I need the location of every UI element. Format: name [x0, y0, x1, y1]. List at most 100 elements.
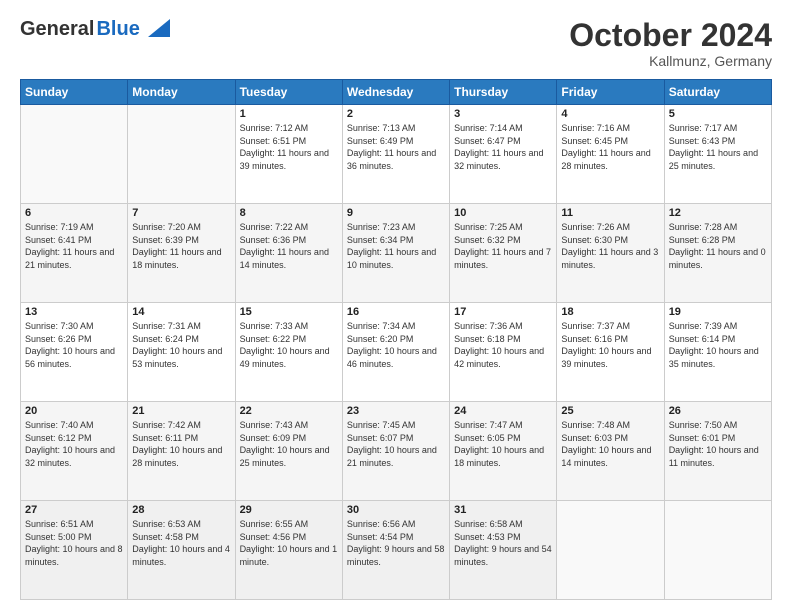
- calendar-day-cell: 5 Sunrise: 7:17 AM Sunset: 6:43 PM Daylig…: [664, 105, 771, 204]
- calendar-day-cell: 6Sunrise: 7:19 AM Sunset: 6:41 PM Daylig…: [21, 204, 128, 303]
- logo-general: General: [20, 18, 94, 41]
- day-number: 30: [347, 504, 445, 516]
- day-info: Sunrise: 7:30 AM Sunset: 6:26 PM Dayligh…: [25, 320, 123, 370]
- day-number: 26: [669, 405, 767, 417]
- day-number: 9: [347, 207, 445, 219]
- calendar-week-row: 6Sunrise: 7:19 AM Sunset: 6:41 PM Daylig…: [21, 204, 772, 303]
- day-info: Sunrise: 7:50 AM Sunset: 6:01 PM Dayligh…: [669, 419, 767, 469]
- day-number: 11: [561, 207, 659, 219]
- day-info: Sunrise: 7:23 AM Sunset: 6:34 PM Dayligh…: [347, 221, 445, 271]
- day-info: Sunrise: 7:28 AM Sunset: 6:28 PM Dayligh…: [669, 221, 767, 271]
- calendar-day-cell: 16Sunrise: 7:34 AM Sunset: 6:20 PM Dayli…: [342, 303, 449, 402]
- calendar-day-cell: 10 Sunrise: 7:25 AM Sunset: 6:32 PM Dayli…: [450, 204, 557, 303]
- calendar-day-cell: 26 Sunrise: 7:50 AM Sunset: 6:01 PM Dayli…: [664, 402, 771, 501]
- calendar-day-cell: 24 Sunrise: 7:47 AM Sunset: 6:05 PM Dayli…: [450, 402, 557, 501]
- day-number: 17: [454, 306, 552, 318]
- calendar-day-cell: 4 Sunrise: 7:16 AM Sunset: 6:45 PM Daylig…: [557, 105, 664, 204]
- day-number: 3: [454, 108, 552, 120]
- day-number: 21: [132, 405, 230, 417]
- day-info: Sunrise: 7:12 AM Sunset: 6:51 PM Dayligh…: [240, 122, 338, 172]
- calendar-week-row: 13Sunrise: 7:30 AM Sunset: 6:26 PM Dayli…: [21, 303, 772, 402]
- calendar-day-cell: 27 Sunrise: 6:51 AM Sunset: 5:00 PM Dayli…: [21, 501, 128, 600]
- calendar-day-cell: 30 Sunrise: 6:56 AM Sunset: 4:54 PM Dayli…: [342, 501, 449, 600]
- day-of-week-header: Tuesday: [235, 80, 342, 105]
- day-info: Sunrise: 7:34 AM Sunset: 6:20 PM Dayligh…: [347, 320, 445, 370]
- calendar-day-cell: 11Sunrise: 7:26 AM Sunset: 6:30 PM Dayli…: [557, 204, 664, 303]
- day-info: Sunrise: 7:33 AM Sunset: 6:22 PM Dayligh…: [240, 320, 338, 370]
- day-of-week-header: Monday: [128, 80, 235, 105]
- calendar-week-row: 20Sunrise: 7:40 AM Sunset: 6:12 PM Dayli…: [21, 402, 772, 501]
- day-number: 20: [25, 405, 123, 417]
- title-block: October 2024 Kallmunz, Germany: [569, 18, 772, 69]
- day-info: Sunrise: 7:14 AM Sunset: 6:47 PM Dayligh…: [454, 122, 552, 172]
- day-number: 29: [240, 504, 338, 516]
- day-info: Sunrise: 7:20 AM Sunset: 6:39 PM Dayligh…: [132, 221, 230, 271]
- calendar-day-cell: 22 Sunrise: 7:43 AM Sunset: 6:09 PM Dayli…: [235, 402, 342, 501]
- calendar-day-cell: [128, 105, 235, 204]
- day-number: 22: [240, 405, 338, 417]
- day-number: 15: [240, 306, 338, 318]
- day-number: 25: [561, 405, 659, 417]
- calendar-day-cell: 29 Sunrise: 6:55 AM Sunset: 4:56 PM Dayli…: [235, 501, 342, 600]
- calendar-day-cell: [557, 501, 664, 600]
- day-info: Sunrise: 7:31 AM Sunset: 6:24 PM Dayligh…: [132, 320, 230, 370]
- day-info: Sunrise: 6:58 AM Sunset: 4:53 PM Dayligh…: [454, 518, 552, 568]
- calendar-table: SundayMondayTuesdayWednesdayThursdayFrid…: [20, 79, 772, 600]
- day-number: 23: [347, 405, 445, 417]
- calendar-day-cell: 15 Sunrise: 7:33 AM Sunset: 6:22 PM Dayli…: [235, 303, 342, 402]
- day-number: 28: [132, 504, 230, 516]
- calendar-week-row: 1 Sunrise: 7:12 AM Sunset: 6:51 PM Daylig…: [21, 105, 772, 204]
- day-info: Sunrise: 7:36 AM Sunset: 6:18 PM Dayligh…: [454, 320, 552, 370]
- calendar-day-cell: 31 Sunrise: 6:58 AM Sunset: 4:53 PM Dayli…: [450, 501, 557, 600]
- day-info: Sunrise: 7:37 AM Sunset: 6:16 PM Dayligh…: [561, 320, 659, 370]
- day-number: 31: [454, 504, 552, 516]
- day-number: 8: [240, 207, 338, 219]
- calendar-header-row: SundayMondayTuesdayWednesdayThursdayFrid…: [21, 80, 772, 105]
- page: General Blue October 2024 Kallmunz, Germ…: [0, 0, 792, 612]
- day-number: 27: [25, 504, 123, 516]
- day-number: 5: [669, 108, 767, 120]
- calendar-day-cell: 25 Sunrise: 7:48 AM Sunset: 6:03 PM Dayli…: [557, 402, 664, 501]
- day-number: 1: [240, 108, 338, 120]
- day-number: 19: [669, 306, 767, 318]
- calendar-day-cell: [21, 105, 128, 204]
- calendar-day-cell: 7 Sunrise: 7:20 AM Sunset: 6:39 PM Daylig…: [128, 204, 235, 303]
- calendar-day-cell: 19Sunrise: 7:39 AM Sunset: 6:14 PM Dayli…: [664, 303, 771, 402]
- day-info: Sunrise: 7:42 AM Sunset: 6:11 PM Dayligh…: [132, 419, 230, 469]
- day-info: Sunrise: 7:16 AM Sunset: 6:45 PM Dayligh…: [561, 122, 659, 172]
- day-number: 6: [25, 207, 123, 219]
- calendar-day-cell: 21 Sunrise: 7:42 AM Sunset: 6:11 PM Dayli…: [128, 402, 235, 501]
- day-number: 4: [561, 108, 659, 120]
- logo-icon: [142, 19, 170, 41]
- day-of-week-header: Thursday: [450, 80, 557, 105]
- calendar-day-cell: 12 Sunrise: 7:28 AM Sunset: 6:28 PM Dayli…: [664, 204, 771, 303]
- day-info: Sunrise: 7:22 AM Sunset: 6:36 PM Dayligh…: [240, 221, 338, 271]
- calendar-day-cell: 23 Sunrise: 7:45 AM Sunset: 6:07 PM Dayli…: [342, 402, 449, 501]
- day-info: Sunrise: 7:43 AM Sunset: 6:09 PM Dayligh…: [240, 419, 338, 469]
- day-info: Sunrise: 7:25 AM Sunset: 6:32 PM Dayligh…: [454, 221, 552, 271]
- day-of-week-header: Wednesday: [342, 80, 449, 105]
- day-number: 10: [454, 207, 552, 219]
- day-number: 12: [669, 207, 767, 219]
- day-info: Sunrise: 7:17 AM Sunset: 6:43 PM Dayligh…: [669, 122, 767, 172]
- day-info: Sunrise: 6:51 AM Sunset: 5:00 PM Dayligh…: [25, 518, 123, 568]
- day-of-week-header: Saturday: [664, 80, 771, 105]
- day-info: Sunrise: 7:47 AM Sunset: 6:05 PM Dayligh…: [454, 419, 552, 469]
- day-info: Sunrise: 6:56 AM Sunset: 4:54 PM Dayligh…: [347, 518, 445, 568]
- calendar-day-cell: 28 Sunrise: 6:53 AM Sunset: 4:58 PM Dayli…: [128, 501, 235, 600]
- calendar-day-cell: 9 Sunrise: 7:23 AM Sunset: 6:34 PM Daylig…: [342, 204, 449, 303]
- header: General Blue October 2024 Kallmunz, Germ…: [20, 18, 772, 69]
- day-info: Sunrise: 7:48 AM Sunset: 6:03 PM Dayligh…: [561, 419, 659, 469]
- calendar-day-cell: 20Sunrise: 7:40 AM Sunset: 6:12 PM Dayli…: [21, 402, 128, 501]
- calendar-day-cell: 2Sunrise: 7:13 AM Sunset: 6:49 PM Daylig…: [342, 105, 449, 204]
- day-number: 24: [454, 405, 552, 417]
- month-title: October 2024: [569, 18, 772, 53]
- calendar-week-row: 27 Sunrise: 6:51 AM Sunset: 5:00 PM Dayli…: [21, 501, 772, 600]
- day-info: Sunrise: 7:45 AM Sunset: 6:07 PM Dayligh…: [347, 419, 445, 469]
- day-info: Sunrise: 6:53 AM Sunset: 4:58 PM Dayligh…: [132, 518, 230, 568]
- day-number: 2: [347, 108, 445, 120]
- location: Kallmunz, Germany: [569, 53, 772, 69]
- day-number: 7: [132, 207, 230, 219]
- day-info: Sunrise: 6:55 AM Sunset: 4:56 PM Dayligh…: [240, 518, 338, 568]
- day-number: 14: [132, 306, 230, 318]
